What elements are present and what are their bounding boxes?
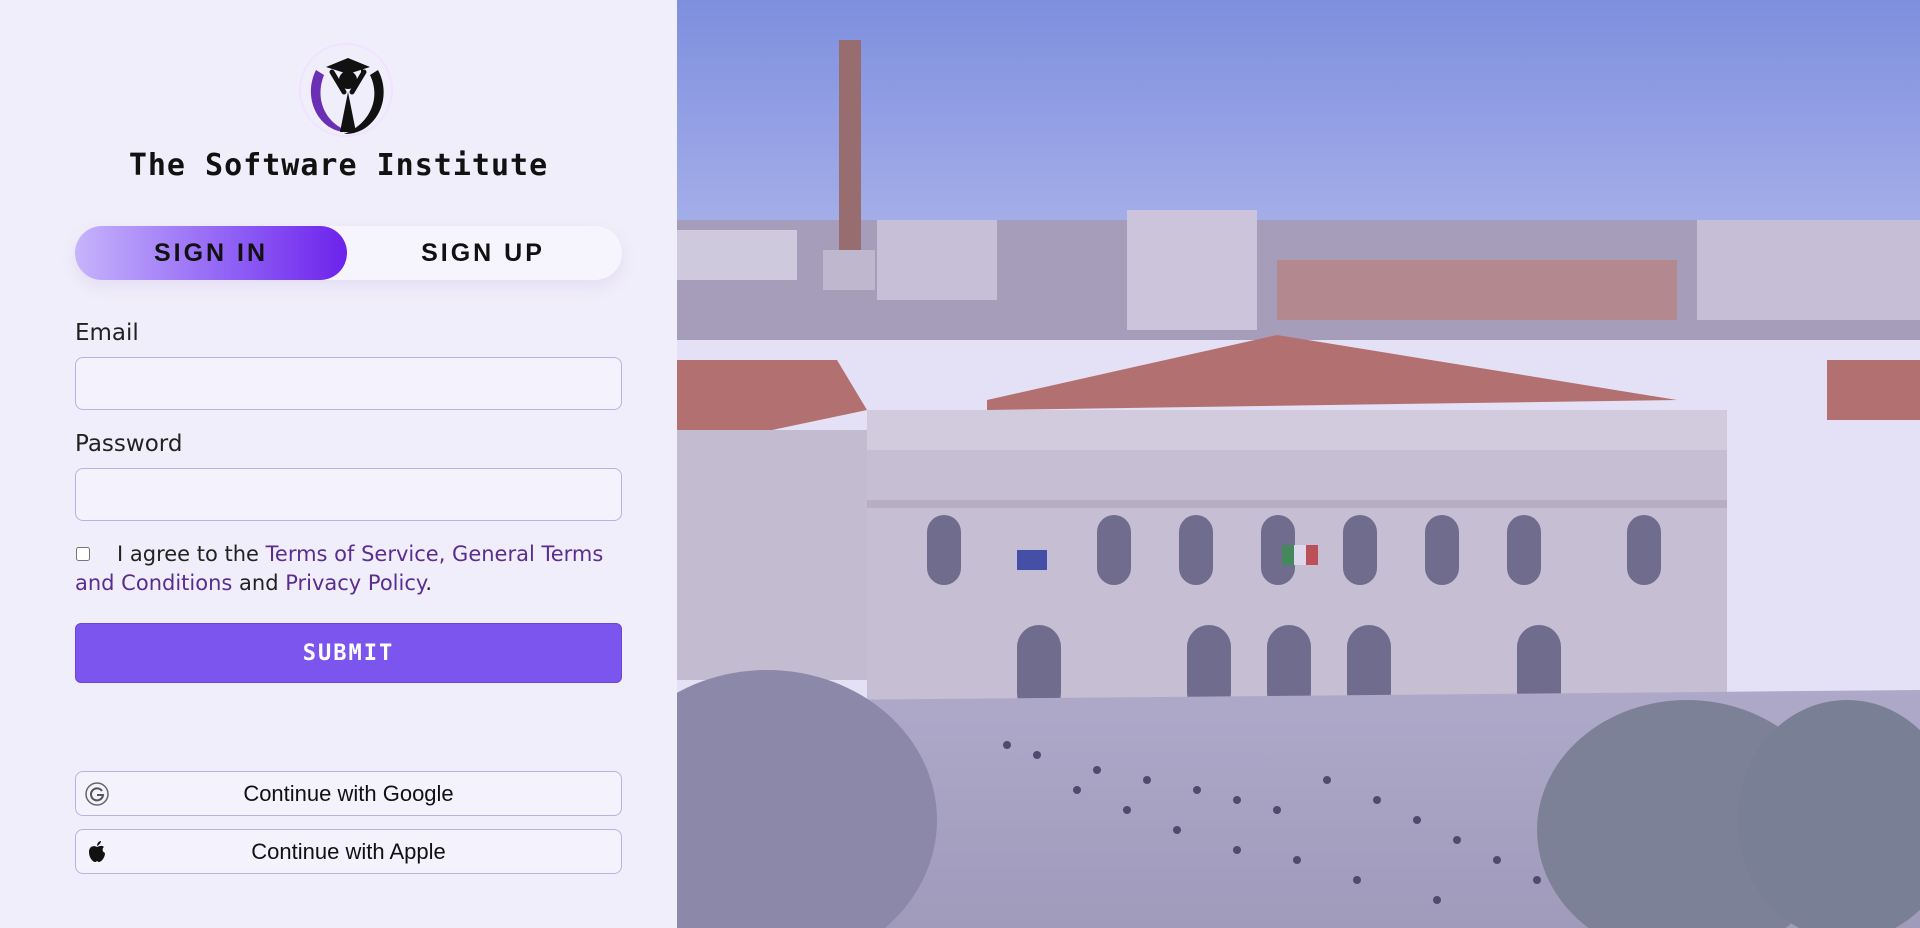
tab-sign-up[interactable]: SIGN UP: [347, 226, 619, 280]
agree-statement: I agree to the Terms of Service, General…: [75, 540, 625, 598]
google-button-label: Continue with Google: [243, 780, 454, 806]
privacy-policy-link[interactable]: Privacy Policy: [285, 571, 425, 595]
auth-tab-switch: SIGN IN SIGN UP: [75, 226, 622, 280]
agree-middle: and: [232, 571, 286, 595]
continue-with-google-button[interactable]: Continue with Google: [75, 771, 622, 816]
google-icon: [85, 782, 109, 806]
apple-button-label: Continue with Apple: [251, 838, 446, 864]
submit-button[interactable]: SUBMIT: [75, 623, 622, 683]
apple-icon: [89, 841, 105, 862]
auth-panel: The Software Institute SIGN IN SIGN UP E…: [0, 0, 677, 928]
email-label: Email: [75, 320, 139, 346]
campus-building-photo: [677, 0, 1920, 928]
brand-title: The Software Institute: [128, 148, 549, 183]
continue-with-apple-button[interactable]: Continue with Apple: [75, 829, 622, 874]
agree-prefix: I agree to the: [117, 542, 266, 566]
agree-suffix: .: [425, 571, 433, 595]
password-field[interactable]: [75, 468, 622, 521]
tab-sign-in[interactable]: SIGN IN: [75, 226, 347, 280]
password-label: Password: [75, 431, 183, 457]
graduate-logo-icon: [299, 43, 393, 137]
email-field[interactable]: [75, 357, 622, 410]
campus-photo-illustration: [677, 0, 1920, 928]
